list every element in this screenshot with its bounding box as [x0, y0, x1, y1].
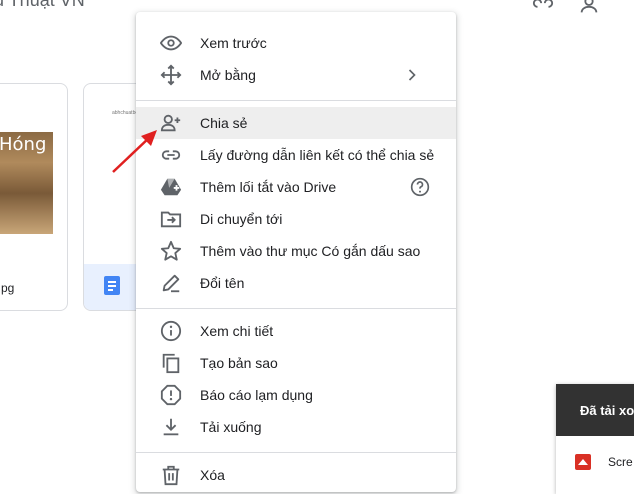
star-icon: [160, 240, 182, 262]
docs-icon: [104, 276, 120, 295]
menu-item-label: Báo cáo lạm dụng: [200, 387, 313, 403]
menu-item-label: Tạo bản sao: [200, 355, 278, 371]
file-name: pg: [1, 281, 15, 295]
download-panel-header: Đã tải xo: [556, 384, 634, 436]
download-panel: Đã tải xo Scre: [556, 384, 634, 494]
menu-item-label: Đổi tên: [200, 275, 245, 291]
menu-item-label: Mở bằng: [200, 67, 256, 83]
pencil-icon: [160, 272, 182, 294]
menu-divider: [136, 452, 456, 453]
move-icon: [160, 64, 182, 86]
menu-item-add-shortcut[interactable]: Thêm lối tắt vào Drive: [136, 171, 456, 203]
image-file-icon: [575, 454, 591, 470]
info-icon: [160, 320, 182, 342]
menu-item-label: Di chuyển tới: [200, 211, 283, 227]
menu-item-make-copy[interactable]: Tạo bản sao: [136, 347, 456, 379]
menu-item-delete[interactable]: Xóa: [136, 459, 456, 491]
menu-item-move-to[interactable]: Di chuyển tới: [136, 203, 456, 235]
help-icon[interactable]: [410, 177, 430, 197]
menu-item-label: Lấy đường dẫn liên kết có thể chia sẻ: [200, 147, 435, 163]
account-icon[interactable]: [578, 0, 600, 13]
menu-divider: [136, 100, 456, 101]
menu-item-label: Tải xuống: [200, 419, 262, 435]
menu-item-report-abuse[interactable]: Báo cáo lạm dụng: [136, 379, 456, 411]
menu-item-label: Chia sẻ: [200, 115, 248, 131]
page-title: u Thuật VN: [0, 0, 85, 10]
menu-item-label: Xem chi tiết: [200, 323, 274, 339]
doc-thumbnail-text: abhchuatbé: [112, 110, 139, 116]
shared-drive-icon[interactable]: [532, 0, 554, 12]
annotation-arrow: [112, 130, 157, 173]
file-card-image[interactable]: Hóng pg: [0, 83, 68, 311]
menu-item-details[interactable]: Xem chi tiết: [136, 315, 456, 347]
menu-item-download[interactable]: Tải xuống: [136, 411, 456, 443]
folder-move-icon: [160, 208, 182, 230]
menu-item-open-with[interactable]: Mở bằng: [136, 59, 456, 91]
menu-item-add-starred[interactable]: Thêm vào thư mục Có gắn dấu sao: [136, 235, 456, 267]
menu-item-label: Thêm vào thư mục Có gắn dấu sao: [200, 243, 421, 259]
menu-item-label: Thêm lối tắt vào Drive: [200, 179, 337, 195]
menu-divider: [136, 308, 456, 309]
eye-icon: [160, 32, 182, 54]
trash-icon: [160, 464, 182, 486]
report-icon: [160, 384, 182, 406]
downloaded-file-name[interactable]: Scre: [608, 455, 633, 469]
copy-icon: [160, 352, 182, 374]
chevron-right-icon: [402, 65, 422, 85]
menu-item-share[interactable]: Chia sẻ: [136, 107, 456, 139]
menu-item-rename[interactable]: Đổi tên: [136, 267, 456, 299]
menu-item-preview[interactable]: Xem trước: [136, 27, 456, 59]
drive-shortcut-icon: [160, 176, 182, 198]
thumbnail-caption: Hóng: [0, 134, 47, 155]
menu-item-label: Xem trước: [200, 35, 267, 51]
menu-item-label: Xóa: [200, 467, 225, 483]
context-menu: Xem trước Mở bằng Chia sẻ Lấy đường dẫn …: [136, 12, 456, 492]
menu-item-get-link[interactable]: Lấy đường dẫn liên kết có thể chia sẻ: [136, 139, 456, 171]
download-icon: [160, 416, 182, 438]
download-panel-title: Đã tải xo: [580, 403, 634, 418]
